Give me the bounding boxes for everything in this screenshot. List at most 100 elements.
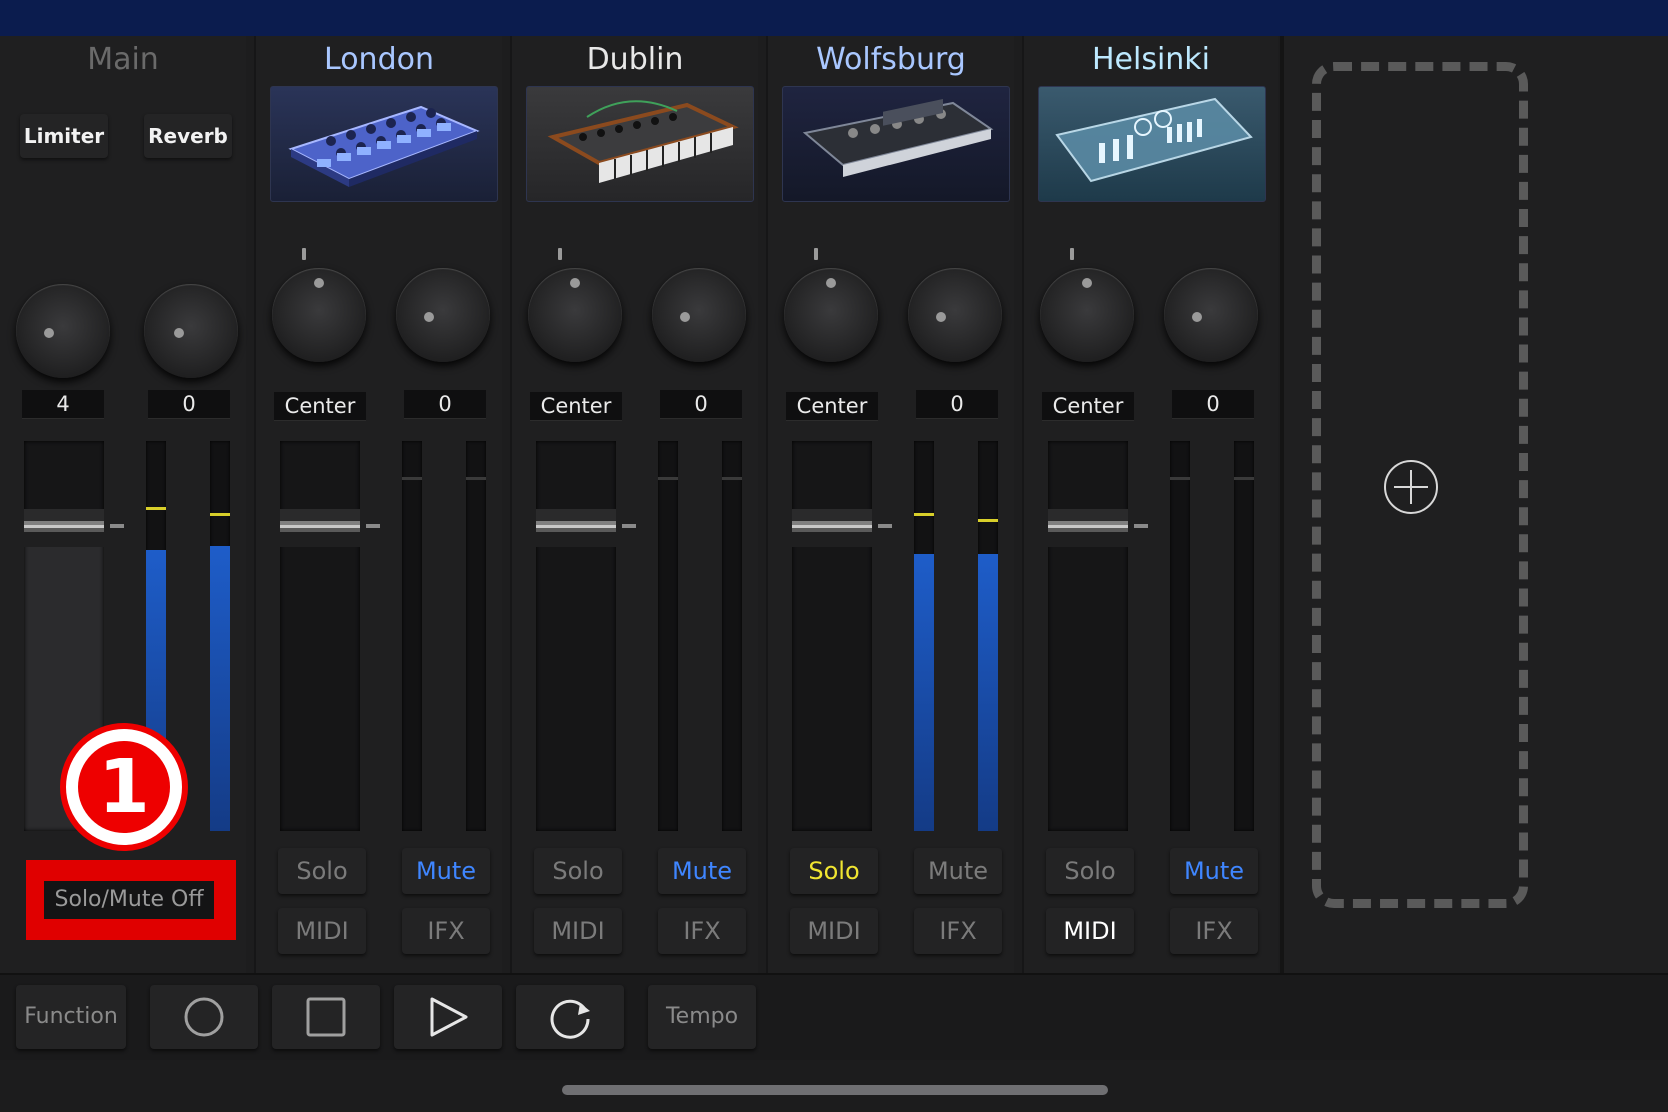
mute-button[interactable]: Mute <box>914 848 1002 894</box>
pan-knob[interactable] <box>1040 268 1134 362</box>
pan-value: Center <box>530 392 622 421</box>
mute-button[interactable]: Mute <box>1170 848 1258 894</box>
instrument-thumbnail-dublin[interactable] <box>526 86 754 202</box>
channel-strip-dublin: Dublin Center 0 Solo Mute MIDI IFX <box>510 36 758 973</box>
instrument-thumbnail-wolfsburg[interactable] <box>782 86 1010 202</box>
send-value: 0 <box>660 390 742 419</box>
limiter-value: 4 <box>22 390 104 419</box>
mute-button[interactable]: Mute <box>402 848 490 894</box>
fader-notch <box>1134 524 1148 528</box>
fader-notch <box>366 524 380 528</box>
channel-meter-right <box>1234 441 1254 831</box>
play-icon <box>430 997 468 1037</box>
record-icon <box>184 997 224 1037</box>
channel-meter-left <box>402 441 422 831</box>
send-knob[interactable] <box>396 268 490 362</box>
channel-meter-right <box>722 441 742 831</box>
channel-fader-handle[interactable] <box>280 509 360 547</box>
instrument-thumbnail-london[interactable] <box>270 86 498 202</box>
loop-icon <box>550 999 590 1039</box>
channel-meter-left <box>1170 441 1190 831</box>
pan-value: Center <box>786 392 878 421</box>
transport-bar: Function Tempo <box>0 973 1668 1062</box>
mute-button[interactable]: Mute <box>658 848 746 894</box>
channel-strip-helsinki: Helsinki Center 0 Solo Mute MIDI IFX <box>1022 36 1278 973</box>
channel-fader-handle[interactable] <box>792 509 872 547</box>
pan-value: Center <box>1042 392 1134 421</box>
reverb-value: 0 <box>148 390 230 419</box>
send-knob[interactable] <box>908 268 1002 362</box>
channel-fader-track[interactable] <box>1048 441 1128 831</box>
channel-fader-track[interactable] <box>280 441 360 831</box>
annotation-number: 1 <box>78 741 170 833</box>
channel-name[interactable]: London <box>256 42 502 77</box>
reverb-button[interactable]: Reverb <box>144 114 232 158</box>
pan-knob[interactable] <box>272 268 366 362</box>
channel-fader-handle[interactable] <box>1048 509 1128 547</box>
function-button[interactable]: Function <box>16 985 126 1049</box>
solo-mute-off-button[interactable]: Solo/Mute Off <box>44 881 214 919</box>
channel-strip-wolfsburg: Wolfsburg Center 0 Solo Mute MIDI IFX <box>766 36 1014 973</box>
channel-fader-track[interactable] <box>536 441 616 831</box>
solo-mute-off-highlight: Solo/Mute Off <box>26 860 236 940</box>
stop-button[interactable] <box>272 985 380 1049</box>
send-knob[interactable] <box>1164 268 1258 362</box>
home-indicator <box>562 1085 1108 1095</box>
loop-button[interactable] <box>516 985 624 1049</box>
meter-fill <box>978 554 998 831</box>
pan-center-tick <box>302 248 306 260</box>
meter-fill <box>914 554 934 831</box>
add-track-icon[interactable] <box>1384 460 1438 514</box>
pan-knob[interactable] <box>528 268 622 362</box>
ifx-button[interactable]: IFX <box>658 908 746 954</box>
fader-notch <box>622 524 636 528</box>
add-track-area <box>1280 36 1668 973</box>
main-fader-handle[interactable] <box>24 509 104 547</box>
solo-button[interactable]: Solo <box>534 848 622 894</box>
pan-value: Center <box>274 392 366 421</box>
annotation-marker: 1 <box>60 723 188 851</box>
record-button[interactable] <box>150 985 258 1049</box>
reverb-knob[interactable] <box>144 284 238 378</box>
midi-button[interactable]: MIDI <box>790 908 878 954</box>
send-knob[interactable] <box>652 268 746 362</box>
play-button[interactable] <box>394 985 502 1049</box>
main-title: Main <box>87 42 159 77</box>
fader-notch <box>878 524 892 528</box>
fader-notch <box>110 524 124 528</box>
send-value: 0 <box>404 390 486 419</box>
pan-center-tick <box>1070 248 1074 260</box>
channel-name[interactable]: Helsinki <box>1024 42 1278 77</box>
pan-center-tick <box>558 248 562 260</box>
limiter-knob[interactable] <box>16 284 110 378</box>
limiter-button[interactable]: Limiter <box>20 114 108 158</box>
channel-meter-left <box>914 441 934 831</box>
ifx-button[interactable]: IFX <box>914 908 1002 954</box>
ifx-button[interactable]: IFX <box>402 908 490 954</box>
channel-meter-right <box>466 441 486 831</box>
status-bar <box>0 0 1668 36</box>
channel-fader-handle[interactable] <box>536 509 616 547</box>
solo-button[interactable]: Solo <box>278 848 366 894</box>
instrument-thumbnail-helsinki[interactable] <box>1038 86 1266 202</box>
send-value: 0 <box>1172 390 1254 419</box>
ifx-button[interactable]: IFX <box>1170 908 1258 954</box>
tempo-button[interactable]: Tempo <box>648 985 756 1049</box>
channel-fader-track[interactable] <box>792 441 872 831</box>
solo-button[interactable]: Solo <box>1046 848 1134 894</box>
midi-button[interactable]: MIDI <box>1046 908 1134 954</box>
meter-fill <box>210 546 230 831</box>
pan-center-tick <box>814 248 818 260</box>
channel-name[interactable]: Wolfsburg <box>768 42 1014 77</box>
stop-icon <box>306 997 346 1037</box>
channel-strip-london: London Center 0 Solo Mute MIDI IFX <box>254 36 502 973</box>
solo-button[interactable]: Solo <box>790 848 878 894</box>
channel-meter-left <box>658 441 678 831</box>
channel-name[interactable]: Dublin <box>512 42 758 77</box>
pan-knob[interactable] <box>784 268 878 362</box>
send-value: 0 <box>916 390 998 419</box>
main-meter-right <box>210 441 230 831</box>
midi-button[interactable]: MIDI <box>278 908 366 954</box>
midi-button[interactable]: MIDI <box>534 908 622 954</box>
channel-meter-right <box>978 441 998 831</box>
